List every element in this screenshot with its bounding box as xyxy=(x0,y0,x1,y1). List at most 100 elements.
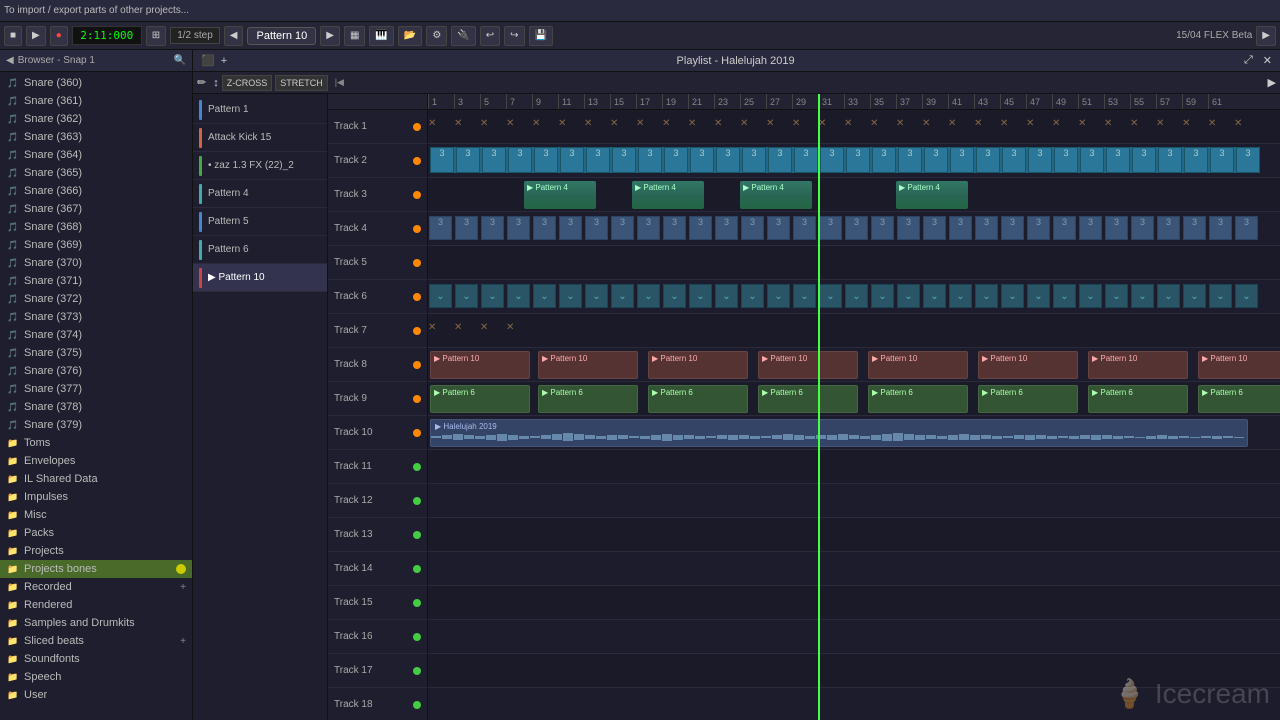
track6-ch-312[interactable]: ⌄ xyxy=(741,284,764,308)
pattern-item-1[interactable]: Attack Kick 15 xyxy=(193,124,327,152)
track6-ch-130[interactable]: ⌄ xyxy=(559,284,582,308)
sidebar-item-6[interactable]: 🎵Snare (366) xyxy=(0,182,192,200)
track6-ch-598[interactable]: ⌄ xyxy=(1027,284,1050,308)
track10-wave[interactable]: ▶ Halelujah 2019 xyxy=(430,419,1248,447)
track8-block-0[interactable]: ▶ Pattern 10 xyxy=(430,351,530,379)
sidebar-item-28[interactable]: 📁Recorded+ xyxy=(0,578,192,596)
sidebar-item-0[interactable]: 🎵Snare (360) xyxy=(0,74,192,92)
sidebar-item-33[interactable]: 📁Speech xyxy=(0,668,192,686)
track9-block-3[interactable]: ▶ Pattern 6 xyxy=(758,385,858,413)
track3-block-3[interactable]: ▶ Pattern 4 xyxy=(896,181,968,209)
track4-nb-104[interactable]: 3 xyxy=(533,216,556,240)
playlist-expand-icon[interactable]: ⤢ xyxy=(1244,54,1253,67)
browser-button[interactable]: 📂 xyxy=(398,26,422,46)
sidebar-item-13[interactable]: 🎵Snare (373) xyxy=(0,308,192,326)
track6-ch-390[interactable]: ⌄ xyxy=(819,284,842,308)
track6-ch-676[interactable]: ⌄ xyxy=(1105,284,1128,308)
sidebar-item-26[interactable]: 📁Projects xyxy=(0,542,192,560)
playlist-close-icon[interactable]: ✕ xyxy=(1263,54,1272,67)
track-row-15[interactable] xyxy=(428,620,1280,654)
sidebar-item-18[interactable]: 🎵Snare (378) xyxy=(0,398,192,416)
prev-pattern-button[interactable]: ◀ xyxy=(224,26,244,46)
track9-block-0[interactable]: ▶ Pattern 6 xyxy=(430,385,530,413)
scrollable-tracks[interactable]: 1357911131517192123252729313335373941434… xyxy=(428,94,1280,720)
track6-ch-260[interactable]: ⌄ xyxy=(689,284,712,308)
track6-ch-650[interactable]: ⌄ xyxy=(1079,284,1102,308)
track4-nb-754[interactable]: 3 xyxy=(1183,216,1206,240)
track6-ch-286[interactable]: ⌄ xyxy=(715,284,738,308)
track6-ch-338[interactable]: ⌄ xyxy=(767,284,790,308)
track-row-11[interactable] xyxy=(428,484,1280,518)
track4-nb-260[interactable]: 3 xyxy=(689,216,712,240)
sidebar-item-19[interactable]: 🎵Snare (379) xyxy=(0,416,192,434)
track8-block-7[interactable]: ▶ Pattern 10 xyxy=(1198,351,1280,379)
track-row-14[interactable] xyxy=(428,586,1280,620)
track4-nb-806[interactable]: 3 xyxy=(1235,216,1258,240)
track-row-2[interactable]: ▶ Pattern 4▶ Pattern 4▶ Pattern 4▶ Patte… xyxy=(428,178,1280,212)
scroll-right-icon[interactable]: ▶ xyxy=(1268,76,1276,89)
sidebar-item-plus-28[interactable]: + xyxy=(180,582,186,593)
track8-block-2[interactable]: ▶ Pattern 10 xyxy=(648,351,748,379)
track2-block[interactable]: 33333333333333333333333333333333 xyxy=(430,147,1250,173)
track6-ch-468[interactable]: ⌄ xyxy=(897,284,920,308)
track-row-4[interactable] xyxy=(428,246,1280,280)
pattern-item-0[interactable]: Pattern 1 xyxy=(193,96,327,124)
track6-ch-442[interactable]: ⌄ xyxy=(871,284,894,308)
track4-nb-598[interactable]: 3 xyxy=(1027,216,1050,240)
settings-button[interactable]: ⚙ xyxy=(426,26,447,46)
track8-block-1[interactable]: ▶ Pattern 10 xyxy=(538,351,638,379)
track-row-6[interactable]: ✕✕✕✕ xyxy=(428,314,1280,348)
track8-block-3[interactable]: ▶ Pattern 10 xyxy=(758,351,858,379)
track6-ch-52[interactable]: ⌄ xyxy=(481,284,504,308)
snap-button[interactable]: ⊞ xyxy=(146,26,166,46)
sidebar-item-3[interactable]: 🎵Snare (363) xyxy=(0,128,192,146)
track8-block-6[interactable]: ▶ Pattern 10 xyxy=(1088,351,1188,379)
pattern-item-5[interactable]: Pattern 6 xyxy=(193,236,327,264)
sidebar-item-11[interactable]: 🎵Snare (371) xyxy=(0,272,192,290)
sidebar-item-20[interactable]: 📁Toms xyxy=(0,434,192,452)
sidebar-item-32[interactable]: 📁Soundfonts xyxy=(0,650,192,668)
track6-ch-234[interactable]: ⌄ xyxy=(663,284,686,308)
mixer-button[interactable]: ▦ xyxy=(344,26,365,46)
pattern-item-2[interactable]: • zaz 1.3 FX (22)_2 xyxy=(193,152,327,180)
track6-ch-624[interactable]: ⌄ xyxy=(1053,284,1076,308)
track4-nb-338[interactable]: 3 xyxy=(767,216,790,240)
track4-nb-546[interactable]: 3 xyxy=(975,216,998,240)
track4-nb-182[interactable]: 3 xyxy=(611,216,634,240)
sidebar-back-icon[interactable]: ◀ xyxy=(6,55,14,66)
select-tool[interactable]: ↕ xyxy=(213,77,219,89)
sidebar-item-9[interactable]: 🎵Snare (369) xyxy=(0,236,192,254)
piano-roll-button[interactable]: 🎹 xyxy=(369,26,393,46)
sidebar-item-15[interactable]: 🎵Snare (375) xyxy=(0,344,192,362)
sidebar-item-27[interactable]: 📁Projects bones xyxy=(0,560,192,578)
sidebar-item-34[interactable]: 📁User xyxy=(0,686,192,704)
sidebar-item-31[interactable]: 📁Sliced beats+ xyxy=(0,632,192,650)
track-row-8[interactable]: ▶ Pattern 6 ▶ Pattern 6 ▶ Pattern 6 ▶ Patte… xyxy=(428,382,1280,416)
track6-ch-364[interactable]: ⌄ xyxy=(793,284,816,308)
track6-ch-156[interactable]: ⌄ xyxy=(585,284,608,308)
z-cross-btn[interactable]: Z-CROSS xyxy=(222,75,273,91)
record-button[interactable]: ● xyxy=(50,26,68,46)
track6-ch-572[interactable]: ⌄ xyxy=(1001,284,1024,308)
flex-nav-button[interactable]: ▶ xyxy=(1256,26,1276,46)
track4-nb-208[interactable]: 3 xyxy=(637,216,660,240)
track9-block-7[interactable]: ▶ Pattern 6 xyxy=(1198,385,1280,413)
track6-ch-26[interactable]: ⌄ xyxy=(455,284,478,308)
sidebar-item-22[interactable]: 📁IL Shared Data xyxy=(0,470,192,488)
track-row-10[interactable] xyxy=(428,450,1280,484)
track6-ch-780[interactable]: ⌄ xyxy=(1209,284,1232,308)
track9-block-2[interactable]: ▶ Pattern 6 xyxy=(648,385,748,413)
track9-block-6[interactable]: ▶ Pattern 6 xyxy=(1088,385,1188,413)
play-button[interactable]: ▶ xyxy=(26,26,46,46)
track6-ch-546[interactable]: ⌄ xyxy=(975,284,998,308)
sidebar-item-1[interactable]: 🎵Snare (361) xyxy=(0,92,192,110)
sidebar-item-23[interactable]: 📁Impulses xyxy=(0,488,192,506)
sidebar-item-21[interactable]: 📁Envelopes xyxy=(0,452,192,470)
track6-ch-208[interactable]: ⌄ xyxy=(637,284,660,308)
sidebar-item-plus-31[interactable]: + xyxy=(180,636,186,647)
track3-block-0[interactable]: ▶ Pattern 4 xyxy=(524,181,596,209)
track4-nb-676[interactable]: 3 xyxy=(1105,216,1128,240)
track4-nb-780[interactable]: 3 xyxy=(1209,216,1232,240)
next-pattern-button[interactable]: ▶ xyxy=(320,26,340,46)
track-row-7[interactable]: ▶ Pattern 10 ▶ Pattern 10 ▶ Pattern 10 ▶ Pa… xyxy=(428,348,1280,382)
